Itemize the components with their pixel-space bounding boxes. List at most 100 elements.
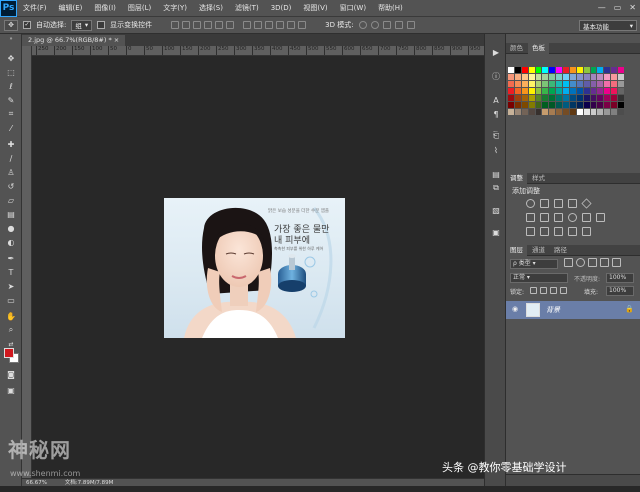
color-swatch[interactable] <box>604 81 611 87</box>
color-swatch[interactable] <box>590 95 597 101</box>
align-bottom-icon[interactable] <box>193 21 202 29</box>
color-swatch[interactable] <box>590 67 597 73</box>
color-swatch[interactable] <box>611 67 618 73</box>
menu-item[interactable]: 图像(I) <box>88 0 122 17</box>
visibility-eye-icon[interactable]: ◉ <box>512 305 518 313</box>
lock-all-icon[interactable] <box>560 287 567 294</box>
color-swatch[interactable] <box>583 67 590 73</box>
scale-3d-icon[interactable] <box>406 21 415 29</box>
tab-adjustments[interactable]: 调整 <box>506 173 527 184</box>
lock-pixels-icon[interactable] <box>540 287 547 294</box>
maximize-icon[interactable]: ▭ <box>614 3 622 12</box>
color-swatch[interactable] <box>521 88 528 94</box>
blend-mode-dropdown[interactable]: 正常 ▾ <box>510 273 568 283</box>
history-brush-tool-icon[interactable]: ↺ <box>3 180 19 192</box>
color-swatch[interactable] <box>528 81 535 87</box>
menu-item[interactable]: 3D(D) <box>265 0 298 17</box>
color-swatch[interactable] <box>535 81 542 87</box>
align-top-icon[interactable] <box>171 21 180 29</box>
color-swatch[interactable] <box>597 67 604 73</box>
clone-stamp-tool-icon[interactable]: ♙ <box>3 166 19 178</box>
color-swatch[interactable] <box>604 88 611 94</box>
align-left-icon[interactable] <box>204 21 213 29</box>
foreground-color-swatch[interactable] <box>4 348 14 358</box>
color-swatch[interactable] <box>618 88 624 94</box>
color-swatch[interactable] <box>542 81 549 87</box>
menu-item[interactable]: 视图(V) <box>297 0 333 17</box>
distribute-right-icon[interactable] <box>298 21 307 29</box>
menu-item[interactable]: 窗口(W) <box>334 0 372 17</box>
show-transform-checkbox[interactable] <box>97 21 106 29</box>
hue-saturation-icon[interactable] <box>526 213 535 222</box>
color-swatch[interactable] <box>618 81 624 87</box>
color-swatch[interactable] <box>611 95 618 101</box>
color-swatch[interactable] <box>549 81 556 87</box>
color-swatch[interactable] <box>604 95 611 101</box>
color-swatch[interactable] <box>563 95 569 101</box>
color-swatch[interactable] <box>576 67 583 73</box>
color-lookup-icon[interactable] <box>596 213 605 222</box>
notes-icon[interactable]: ▣ <box>490 226 502 238</box>
color-swatch[interactable] <box>618 74 624 80</box>
pan-3d-icon[interactable] <box>382 21 391 29</box>
menu-item[interactable]: 帮助(H) <box>372 0 409 17</box>
menu-item[interactable]: 文件(F) <box>17 0 53 17</box>
type-tool-icon[interactable]: T <box>3 266 19 278</box>
layer-name[interactable]: 背景 <box>546 305 560 315</box>
document-image[interactable]: 맑은 보습 성분을 더한 수분 앰플 가장 좋은 물만 내 피부에 촉촉한 피부… <box>164 198 345 338</box>
color-swatch[interactable] <box>569 109 576 115</box>
color-swatch[interactable] <box>597 102 604 108</box>
document-tab[interactable]: 2.jpg @ 66.7%(RGB/8#) * × <box>22 35 126 46</box>
color-swatch[interactable] <box>535 67 542 73</box>
color-swatch[interactable] <box>521 74 528 80</box>
color-swatch[interactable] <box>514 81 521 87</box>
color-swatch[interactable] <box>528 109 535 115</box>
collapse-tools-icon[interactable]: » <box>3 36 19 42</box>
vibrance-icon[interactable] <box>581 198 592 209</box>
color-swatch[interactable] <box>569 67 576 73</box>
color-swatch[interactable] <box>549 88 556 94</box>
info-icon[interactable]: ⓘ <box>490 70 502 82</box>
color-swatch[interactable] <box>590 102 597 108</box>
color-swatch[interactable] <box>618 67 624 73</box>
menu-item[interactable]: 选择(S) <box>193 0 229 17</box>
color-swatch[interactable] <box>597 74 604 80</box>
menu-item[interactable]: 图层(L) <box>122 0 157 17</box>
tab-channels[interactable]: 通道 <box>528 245 549 256</box>
color-swatch[interactable] <box>535 74 542 80</box>
color-swatch[interactable] <box>535 88 542 94</box>
menu-item[interactable]: 文字(Y) <box>157 0 193 17</box>
brightness-icon[interactable] <box>526 199 535 208</box>
color-swatch[interactable] <box>590 109 597 115</box>
exposure-icon[interactable] <box>568 199 577 208</box>
posterize-icon[interactable] <box>540 227 549 236</box>
filter-pixel-icon[interactable] <box>564 258 573 267</box>
color-swatch[interactable] <box>535 95 542 101</box>
color-swatch[interactable] <box>556 74 563 80</box>
color-swatch[interactable] <box>611 74 618 80</box>
color-swatch[interactable] <box>549 74 556 80</box>
color-swatch[interactable] <box>583 102 590 108</box>
distribute-top-icon[interactable] <box>243 21 252 29</box>
color-swatch[interactable] <box>521 67 528 73</box>
color-swatch[interactable] <box>563 81 569 87</box>
clone-source-icon[interactable]: ⧉ <box>490 182 502 194</box>
color-swatch[interactable] <box>576 81 583 87</box>
color-swatch[interactable] <box>514 74 521 80</box>
auto-select-checkbox[interactable]: ✓ <box>23 21 31 29</box>
color-swatch[interactable] <box>604 74 611 80</box>
roll-3d-icon[interactable] <box>370 21 379 29</box>
paragraph-icon[interactable]: ¶ <box>490 108 502 120</box>
color-swatch[interactable] <box>508 67 514 73</box>
brush-presets-icon[interactable]: ⌇ <box>490 144 502 156</box>
color-swatch[interactable] <box>556 109 563 115</box>
rotate-3d-icon[interactable] <box>358 21 367 29</box>
color-swatch[interactable] <box>590 74 597 80</box>
color-swatch[interactable] <box>508 88 514 94</box>
history-icon[interactable]: ⎗ <box>490 130 502 142</box>
color-swatch[interactable] <box>514 95 521 101</box>
lasso-tool-icon[interactable]: ℓ <box>3 80 19 92</box>
levels-icon[interactable] <box>540 199 549 208</box>
color-swatch[interactable] <box>542 67 549 73</box>
color-swatch[interactable] <box>542 102 549 108</box>
